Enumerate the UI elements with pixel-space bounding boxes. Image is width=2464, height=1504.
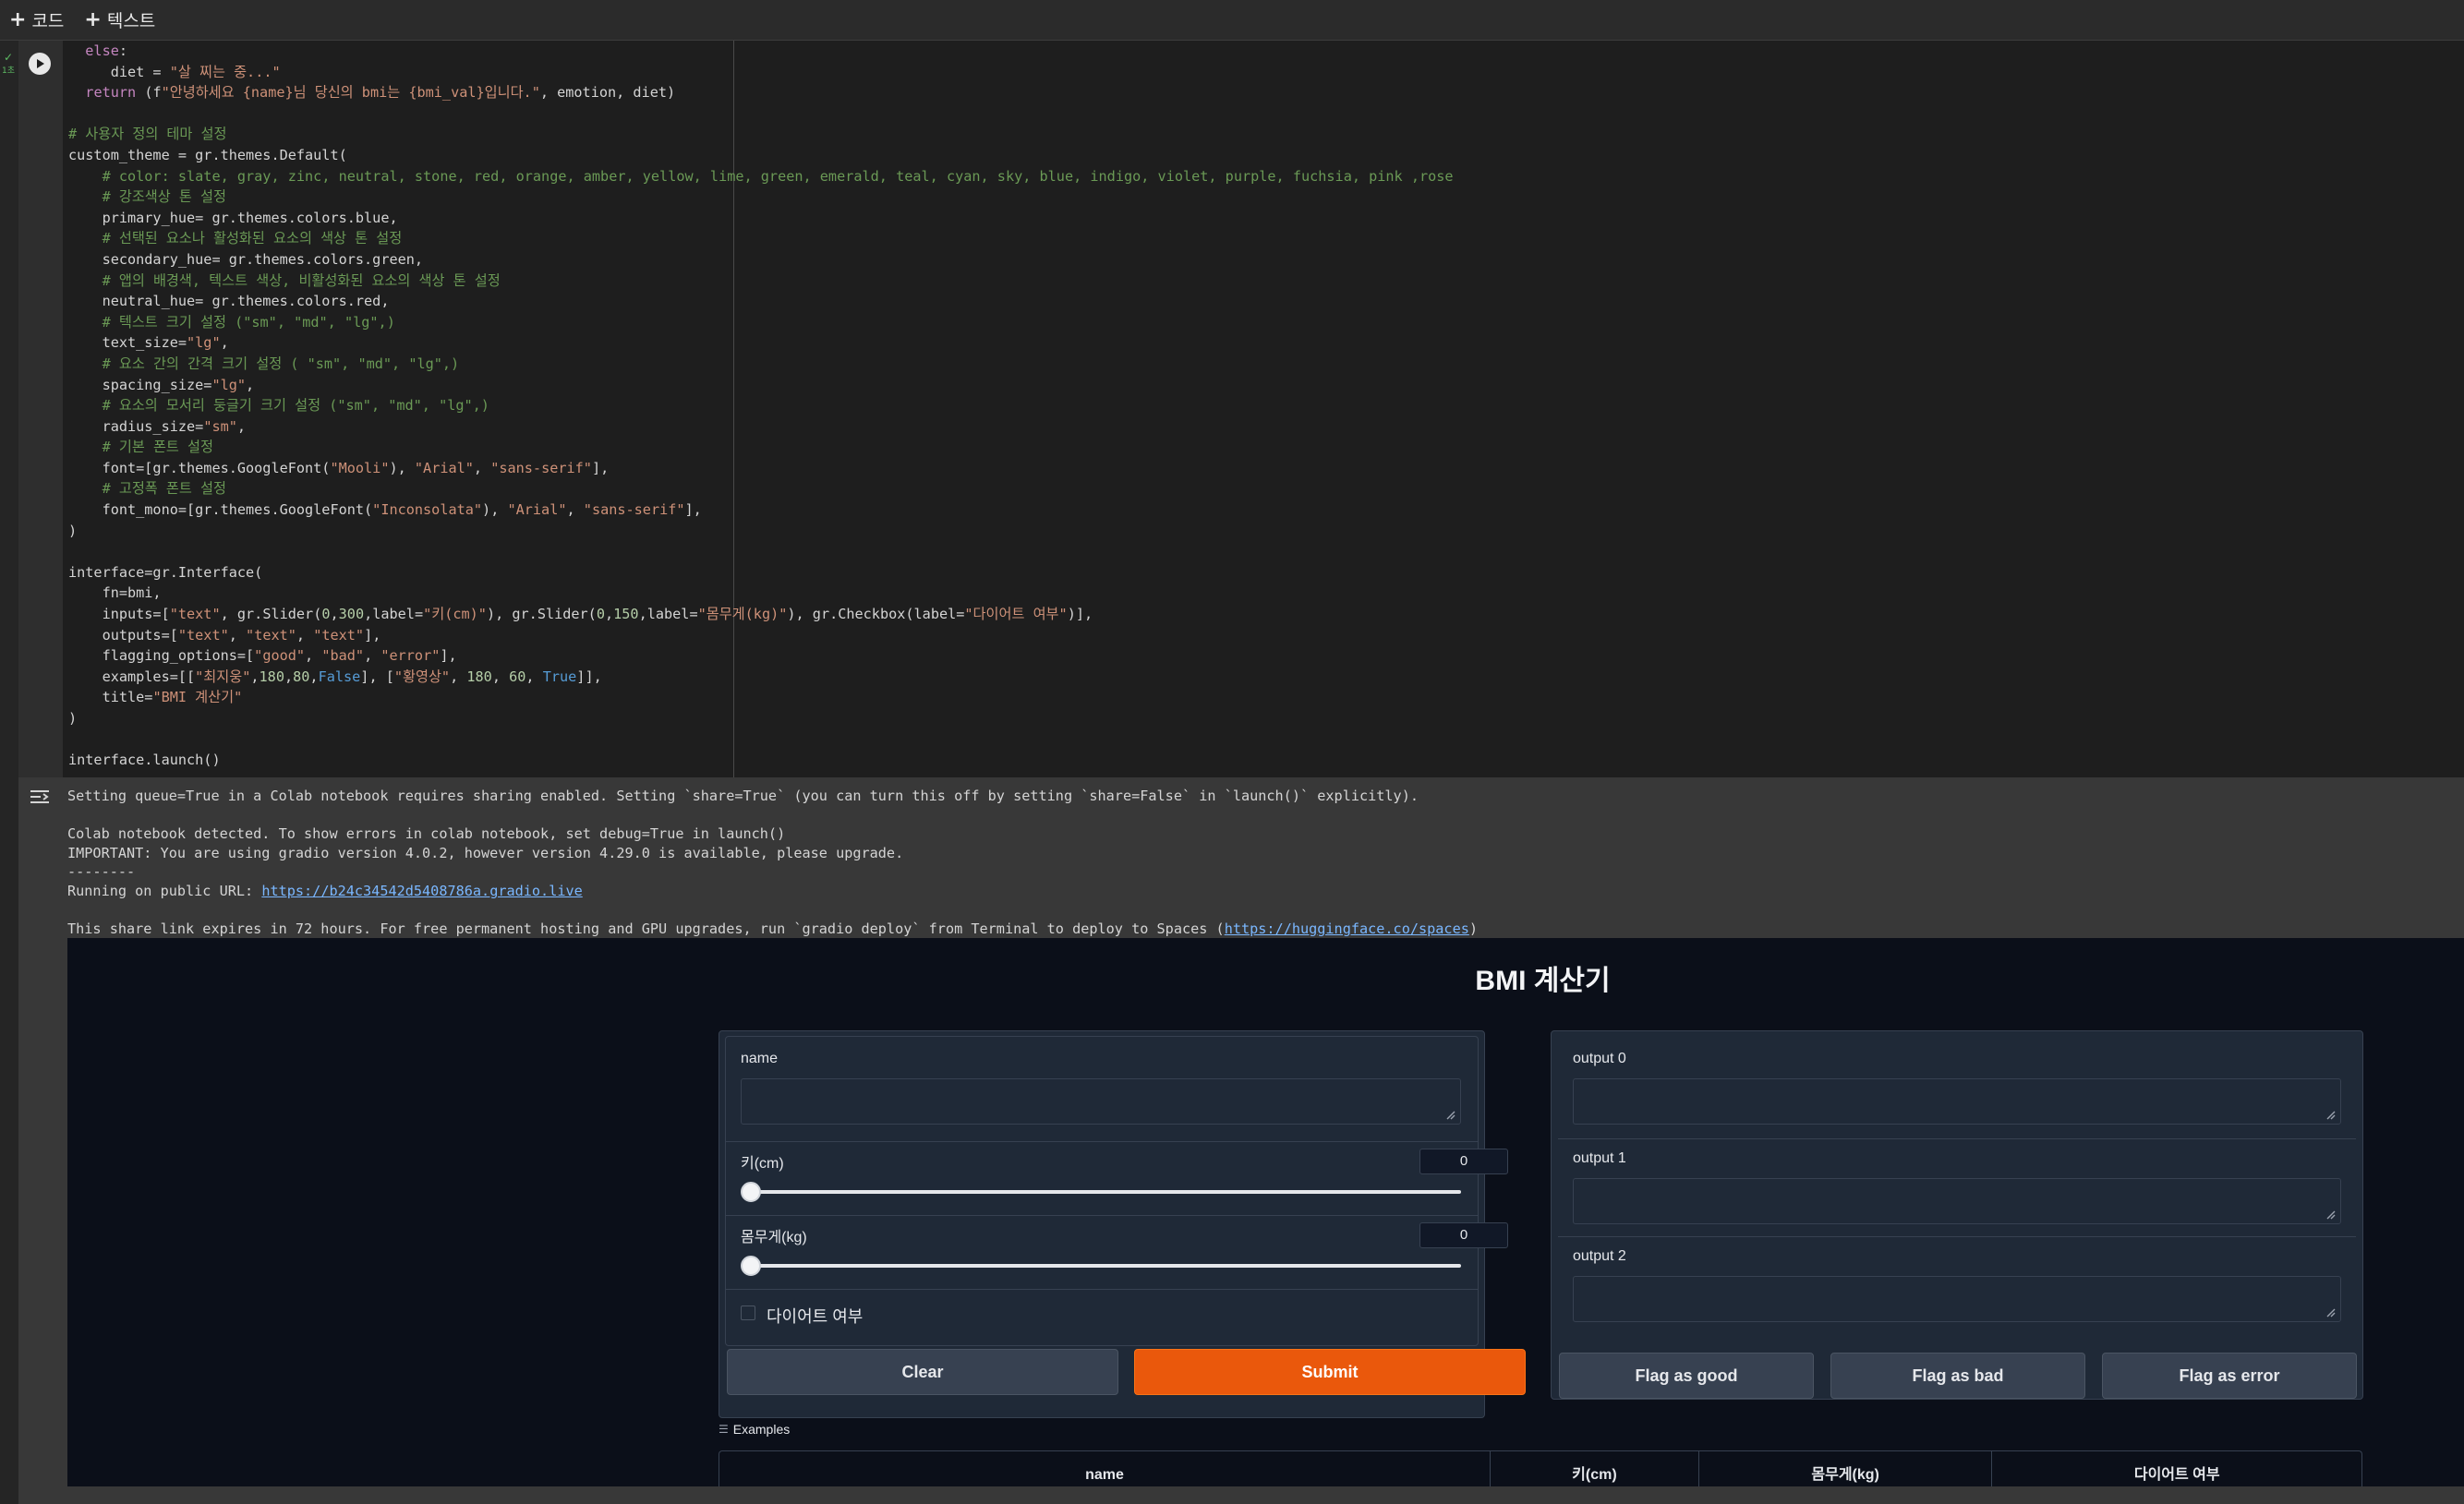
flag-good-button[interactable]: Flag as good bbox=[1559, 1353, 1814, 1399]
output-log: Setting queue=True in a Colab notebook r… bbox=[67, 787, 1478, 939]
output2-textbox bbox=[1573, 1276, 2341, 1322]
height-label: 키(cm) bbox=[741, 1156, 784, 1172]
examples-header-name: name bbox=[719, 1451, 1492, 1486]
output0-label: output 0 bbox=[1573, 1051, 1626, 1066]
weight-number-input[interactable]: 0 bbox=[1419, 1222, 1508, 1248]
output-line: Setting queue=True in a Colab notebook r… bbox=[67, 788, 1419, 804]
app-title: BMI 계산기 bbox=[1475, 966, 1611, 996]
examples-label: Examples bbox=[732, 1422, 791, 1437]
gradio-app: BMI 계산기 name 키(cm) 0 몸무게(kg) 0 다이어트 여부 C… bbox=[67, 938, 2464, 1486]
examples-header: ☰ Examples bbox=[719, 1422, 790, 1437]
run-cell-button[interactable] bbox=[29, 53, 51, 75]
output1-label: output 1 bbox=[1573, 1150, 1626, 1166]
add-text-label: 텍스트 bbox=[106, 11, 156, 31]
diet-label: 다이어트 여부 bbox=[767, 1307, 864, 1326]
running-prefix: Running on public URL: bbox=[67, 882, 262, 899]
name-input[interactable] bbox=[741, 1078, 1461, 1125]
height-slider-thumb[interactable] bbox=[741, 1182, 761, 1202]
examples-table: name 키(cm) 몸무게(kg) 다이어트 여부 bbox=[719, 1450, 2362, 1486]
add-code-label: 코드 bbox=[31, 11, 65, 31]
height-slider-track[interactable] bbox=[750, 1190, 1461, 1194]
code-content: else: diet = "살 찌는 중..." return (f"안녕하세요… bbox=[68, 42, 1454, 769]
plus-icon: + bbox=[9, 8, 27, 31]
add-code-button[interactable]: + 코드 bbox=[9, 7, 64, 32]
add-text-button[interactable]: + 텍스트 bbox=[84, 7, 155, 32]
diet-checkbox[interactable] bbox=[741, 1305, 755, 1320]
resize-handle-icon[interactable] bbox=[1444, 1109, 1455, 1120]
resize-handle-icon[interactable] bbox=[2325, 1209, 2336, 1220]
execution-status: ✓ 1초 bbox=[2, 51, 16, 77]
resize-handle-icon[interactable] bbox=[2325, 1109, 2336, 1120]
examples-header-diet: 다이어트 여부 bbox=[2133, 1467, 2220, 1483]
output1-textbox bbox=[1573, 1178, 2341, 1224]
resize-handle-icon[interactable] bbox=[2325, 1306, 2336, 1318]
weight-block bbox=[725, 1215, 1479, 1291]
name-label: name bbox=[741, 1051, 779, 1066]
list-icon: ☰ bbox=[719, 1423, 729, 1436]
weight-slider-track[interactable] bbox=[750, 1264, 1461, 1268]
output-separator bbox=[1558, 1236, 2356, 1237]
weight-slider-thumb[interactable] bbox=[741, 1256, 761, 1276]
notebook-toolbar: + 코드 + 텍스트 bbox=[0, 0, 2464, 41]
output-bottom-strip bbox=[18, 1486, 2464, 1504]
clear-button[interactable]: Clear bbox=[727, 1349, 1118, 1395]
examples-header-weight: 몸무게(kg) bbox=[1699, 1451, 1993, 1486]
output-separator bbox=[1558, 1138, 2356, 1139]
output0-textbox bbox=[1573, 1078, 2341, 1125]
weight-label: 몸무게(kg) bbox=[741, 1230, 807, 1245]
cell-gutter bbox=[0, 41, 18, 1504]
output2-label: output 2 bbox=[1573, 1248, 1626, 1264]
spaces-link[interactable]: https://huggingface.co/spaces bbox=[1225, 920, 1469, 937]
flag-error-button[interactable]: Flag as error bbox=[2102, 1353, 2357, 1399]
expires-prefix: This share link expires in 72 hours. For… bbox=[67, 920, 1225, 938]
flag-bad-button[interactable]: Flag as bad bbox=[1830, 1353, 2085, 1399]
plus-icon: + bbox=[84, 8, 102, 31]
expires-suffix: ) bbox=[1468, 920, 1479, 938]
output-line: Colab notebook detected. To show errors … bbox=[67, 825, 786, 843]
height-number-input[interactable]: 0 bbox=[1419, 1149, 1508, 1174]
output-line: -------- bbox=[67, 863, 136, 881]
height-block bbox=[725, 1141, 1479, 1217]
public-url-link[interactable]: https://b24c34542d5408786a.gradio.live bbox=[261, 883, 582, 899]
output-line: IMPORTANT: You are using gradio version … bbox=[67, 844, 904, 861]
examples-header-height: 키(cm) bbox=[1491, 1451, 1699, 1486]
output-menu-icon[interactable] bbox=[28, 787, 52, 807]
submit-button[interactable]: Submit bbox=[1134, 1349, 1526, 1395]
play-icon bbox=[37, 59, 44, 68]
